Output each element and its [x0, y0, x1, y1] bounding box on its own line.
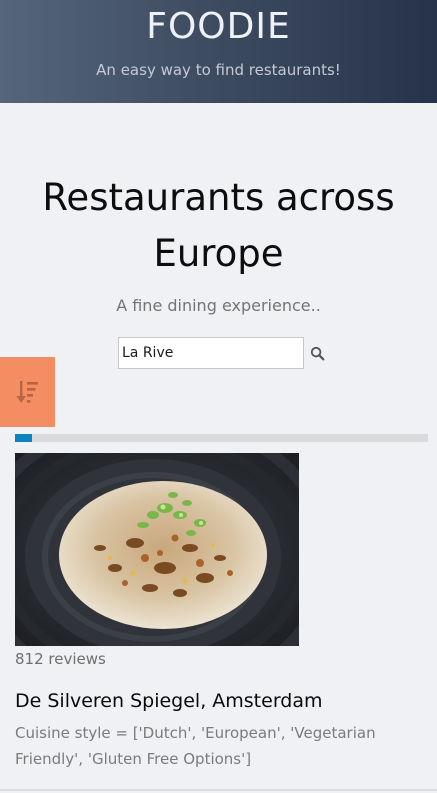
search-input[interactable]: [118, 337, 304, 369]
page-subtitle: A fine dining experience..: [116, 296, 321, 315]
restaurant-name-link[interactable]: De Silveren Spiegel, Amsterdam: [15, 690, 323, 712]
progress-fill: [15, 434, 32, 442]
sort-amount-down-icon: [16, 381, 38, 403]
brand-tagline: An easy way to find restaurants!: [96, 61, 341, 79]
sort-button[interactable]: [0, 357, 55, 427]
fried-rice-dish-photo: [15, 453, 299, 646]
loading-progress-bar: [15, 434, 428, 442]
card-divider: [0, 789, 437, 791]
app-header: FOODIE An easy way to find restaurants!: [0, 0, 437, 103]
brand-title: FOODIE: [146, 6, 291, 47]
cuisine-style: Cuisine style = ['Dutch', 'European', 'V…: [15, 724, 376, 768]
search-icon: [310, 346, 324, 360]
review-count: 812 reviews: [15, 650, 106, 668]
page-title: Restaurants across Europe: [42, 176, 395, 275]
search-button[interactable]: [306, 337, 328, 369]
restaurant-image[interactable]: [15, 453, 299, 646]
